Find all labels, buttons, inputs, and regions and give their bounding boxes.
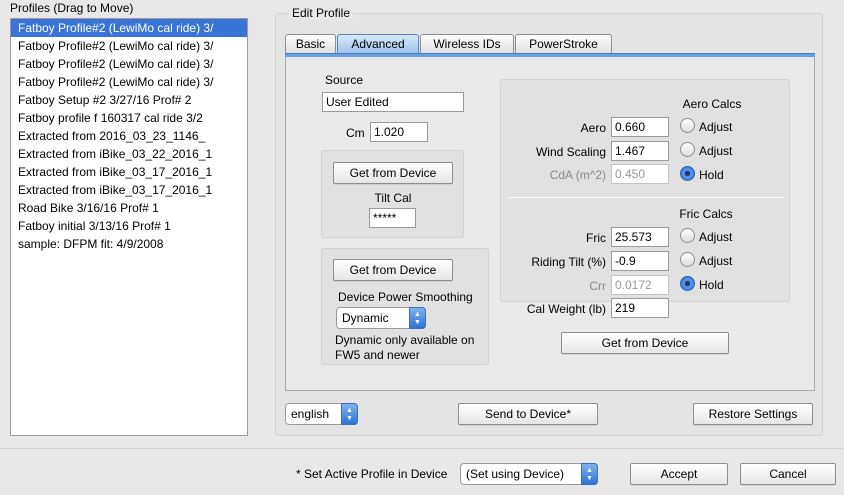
crr-label: Crr xyxy=(589,279,606,293)
profile-list-item[interactable]: Fatboy Profile#2 (LewiMo cal ride) 3/ xyxy=(11,55,247,73)
radio-off-icon xyxy=(680,228,695,244)
restore-settings-button[interactable]: Restore Settings xyxy=(693,403,813,425)
cda-label: CdA (m^2) xyxy=(549,168,606,182)
smoothing-select-value: Dynamic xyxy=(342,311,389,325)
active-profile-note: * Set Active Profile in Device xyxy=(296,467,448,481)
profile-list-item[interactable]: Fatboy Profile#2 (LewiMo cal ride) 3/ xyxy=(11,73,247,91)
tilt-adjust-radio[interactable]: Adjust xyxy=(680,252,732,271)
smoothing-note-line2: FW5 and newer xyxy=(335,348,420,362)
cal-weight-field[interactable]: 219 xyxy=(611,298,669,318)
get-from-device-button-smoothing[interactable]: Get from Device xyxy=(333,259,453,281)
aero-field[interactable]: 0.660 xyxy=(611,117,669,137)
edit-profile-title: Edit Profile xyxy=(289,6,354,20)
smoothing-note-line1: Dynamic only available on xyxy=(335,333,475,347)
fric-adjust-radio[interactable]: Adjust xyxy=(680,228,732,247)
aero-adjust-radio[interactable]: Adjust xyxy=(680,118,732,137)
profile-list-item[interactable]: Road Bike 3/16/16 Prof# 1 xyxy=(11,199,247,217)
language-select[interactable]: english ▲ ▼ xyxy=(285,403,358,425)
source-field[interactable]: User Edited xyxy=(322,92,464,112)
radio-on-icon xyxy=(680,276,695,292)
profile-list-item[interactable]: Extracted from iBike_03_17_2016_1 xyxy=(11,163,247,181)
active-profile-select[interactable]: (Set using Device) ▲ ▼ xyxy=(460,463,598,485)
active-profile-select-value: (Set using Device) xyxy=(466,467,565,481)
tab-powerstroke[interactable]: PowerStroke xyxy=(515,34,612,54)
cda-hold-radio[interactable]: Hold xyxy=(680,166,724,185)
send-to-device-button[interactable]: Send to Device* xyxy=(458,403,598,425)
radio-on-icon xyxy=(680,166,695,182)
radio-off-icon xyxy=(680,252,695,268)
profile-list-item[interactable]: Fatboy profile f 160317 cal ride 3/2 xyxy=(11,109,247,127)
profile-list-item[interactable]: sample: DFPM fit: 4/9/2008 xyxy=(11,235,247,253)
riding-tilt-field[interactable]: -0.9 xyxy=(611,251,669,271)
tab-advanced[interactable]: Advanced xyxy=(337,34,419,54)
get-from-device-button-tiltcal[interactable]: Get from Device xyxy=(333,162,453,184)
wind-scaling-field[interactable]: 1.467 xyxy=(611,141,669,161)
fric-label: Fric xyxy=(586,231,606,245)
calcs-separator xyxy=(508,197,784,198)
tilt-cal-field[interactable]: ***** xyxy=(369,208,416,228)
radio-off-icon xyxy=(680,118,695,134)
crr-hold-radio[interactable]: Hold xyxy=(680,276,724,295)
profile-list-item[interactable]: Extracted from iBike_03_22_2016_1 xyxy=(11,145,247,163)
profile-list-item[interactable]: Fatboy Profile#2 (LewiMo cal ride) 3/ xyxy=(11,37,247,55)
select-arrows-icon: ▲ ▼ xyxy=(409,307,426,329)
profiles-title: Profiles (Drag to Move) xyxy=(10,1,134,15)
cm-label: Cm xyxy=(346,126,365,140)
tab-wireless-ids[interactable]: Wireless IDs xyxy=(420,34,514,54)
language-select-value: english xyxy=(291,407,330,421)
fric-calcs-title: Fric Calcs xyxy=(679,207,733,221)
select-arrows-icon: ▲ ▼ xyxy=(341,403,358,425)
aero-label: Aero xyxy=(580,121,606,135)
profile-list-item[interactable]: Fatboy initial 3/13/16 Prof# 1 xyxy=(11,217,247,235)
cda-field: 0.450 xyxy=(611,164,669,184)
profile-list-item[interactable]: Extracted from 2016_03_23_1146_ xyxy=(11,127,247,145)
wind-adjust-radio[interactable]: Adjust xyxy=(680,142,732,161)
tilt-cal-label: Tilt Cal xyxy=(374,191,412,205)
radio-off-icon xyxy=(680,142,695,158)
profile-list-item[interactable]: Extracted from iBike_03_17_2016_1 xyxy=(11,181,247,199)
cm-field[interactable]: 1.020 xyxy=(370,122,428,142)
aero-calcs-title: Aero Calcs xyxy=(682,97,742,111)
source-label: Source xyxy=(325,73,364,87)
select-arrows-icon: ▲ ▼ xyxy=(581,463,598,485)
cal-weight-label: Cal Weight (lb) xyxy=(526,302,606,316)
profiles-list[interactable]: Fatboy Profile#2 (LewiMo cal ride) 3/Fat… xyxy=(10,18,248,436)
get-from-device-button-calcs[interactable]: Get from Device xyxy=(561,332,729,354)
smoothing-select[interactable]: Dynamic ▲ ▼ xyxy=(336,307,426,329)
profile-list-item[interactable]: Fatboy Setup #2 3/27/16 Prof# 2 xyxy=(11,91,247,109)
wind-scaling-label: Wind Scaling xyxy=(535,145,606,159)
tab-basic[interactable]: Basic xyxy=(285,34,336,54)
bottom-divider xyxy=(0,448,844,449)
crr-field: 0.0172 xyxy=(611,275,669,295)
smoothing-label: Device Power Smoothing xyxy=(338,290,473,304)
cancel-button[interactable]: Cancel xyxy=(740,463,836,485)
fric-field[interactable]: 25.573 xyxy=(611,227,669,247)
accept-button[interactable]: Accept xyxy=(630,463,728,485)
profile-list-item[interactable]: Fatboy Profile#2 (LewiMo cal ride) 3/ xyxy=(11,19,247,37)
riding-tilt-label: Riding Tilt (%) xyxy=(531,255,606,269)
